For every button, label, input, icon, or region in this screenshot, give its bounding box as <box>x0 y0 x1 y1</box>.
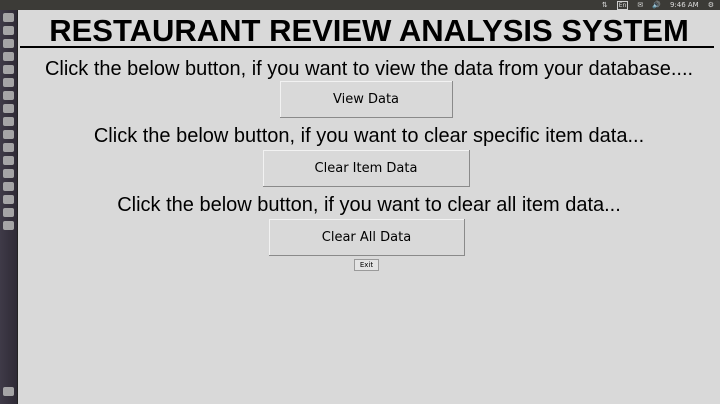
launcher-dash-icon[interactable] <box>3 13 14 22</box>
launcher-app-icon[interactable] <box>3 130 14 139</box>
clock[interactable]: 9:46 AM <box>670 0 699 10</box>
view-data-button[interactable]: View Data <box>280 81 453 118</box>
launcher-app-icon[interactable] <box>3 182 14 191</box>
keyboard-language-indicator[interactable]: En <box>616 0 629 10</box>
top-panel: ⇅ En ✉ 🔊 9:46 AM ⚙ <box>0 0 720 10</box>
volume-icon[interactable]: 🔊 <box>652 0 661 10</box>
app-window: RESTAURANT REVIEW ANALYSIS SYSTEM Click … <box>18 10 720 404</box>
launcher-app-icon[interactable] <box>3 91 14 100</box>
launcher-browser-icon[interactable] <box>3 39 14 48</box>
launcher-sidebar <box>0 10 18 404</box>
launcher-app-icon[interactable] <box>3 195 14 204</box>
launcher-trash-icon[interactable] <box>3 387 14 396</box>
power-gear-icon[interactable]: ⚙ <box>708 0 714 10</box>
clear-item-prompt: Click the below button, if you want to c… <box>93 125 645 147</box>
launcher-app-icon[interactable] <box>3 117 14 126</box>
network-icon[interactable]: ⇅ <box>602 0 608 10</box>
clear-item-data-button[interactable]: Clear Item Data <box>263 150 470 187</box>
page-title: RESTAURANT REVIEW ANALYSIS SYSTEM <box>49 13 689 48</box>
launcher-app-icon[interactable] <box>3 104 14 113</box>
launcher-app-icon[interactable] <box>3 52 14 61</box>
title-underline <box>20 46 714 48</box>
clear-all-data-button[interactable]: Clear All Data <box>269 219 465 256</box>
system-tray: ⇅ En ✉ 🔊 9:46 AM ⚙ <box>602 0 714 10</box>
launcher-app-icon[interactable] <box>3 208 14 217</box>
launcher-app-icon[interactable] <box>3 143 14 152</box>
launcher-app-icon[interactable] <box>3 156 14 165</box>
exit-button[interactable]: Exit <box>354 259 379 271</box>
view-data-prompt: Click the below button, if you want to v… <box>44 58 694 80</box>
launcher-app-icon[interactable] <box>3 221 14 230</box>
launcher-app-icon[interactable] <box>3 65 14 74</box>
mail-icon[interactable]: ✉ <box>637 0 643 10</box>
launcher-app-icon[interactable] <box>3 169 14 178</box>
launcher-files-icon[interactable] <box>3 26 14 35</box>
clear-all-prompt: Click the below button, if you want to c… <box>117 194 621 216</box>
launcher-app-icon[interactable] <box>3 78 14 87</box>
